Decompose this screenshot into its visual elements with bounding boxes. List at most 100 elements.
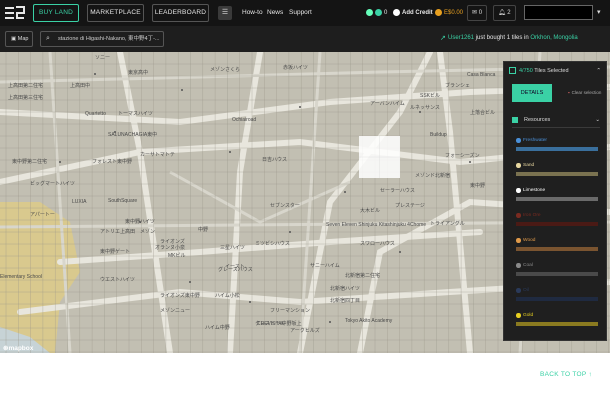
resource-label: Sand — [516, 162, 598, 169]
map-place-label: Quartetto — [85, 111, 106, 117]
map-place-label: ブランシェ — [445, 83, 471, 89]
page-footer: BACK TO TOP ↑ — [0, 353, 610, 396]
map-place-label: Seven Eleven Shinjuku Kitashinjuku 4Chom… — [326, 222, 427, 228]
resource-item[interactable]: Wood — [516, 237, 598, 251]
cube-icon — [512, 117, 518, 123]
nav-news[interactable]: News — [267, 9, 283, 16]
messages-button[interactable]: ✉ 0 — [467, 5, 488, 21]
map-toolbar: ▣ Map ⌕ stazione di Higashi-Nakano, 東中野4… — [0, 26, 610, 52]
resource-label: Wood — [516, 237, 598, 244]
map-place-label: LUXIA — [72, 199, 87, 205]
resource-label: Coal — [516, 262, 598, 269]
map-place-label: アークヒルズ — [290, 328, 320, 334]
map-place-label: 東中野ゲート — [100, 249, 131, 255]
nav-support[interactable]: Support — [289, 9, 312, 16]
tiles-selected-header[interactable]: 4/750 Tiles Selected ⌃ — [504, 62, 606, 80]
trash-icon: ▪ — [568, 90, 570, 95]
resource-item[interactable]: Limestone — [516, 187, 598, 201]
map-place-label: Casa Blanca — [467, 72, 496, 78]
resource-item[interactable]: Gold — [516, 312, 598, 326]
resource-item[interactable]: Freshwater — [516, 137, 598, 151]
resource-label: Freshwater — [516, 137, 598, 144]
resource-item[interactable]: Iron Ore — [516, 212, 598, 226]
map-place-label: 中野 — [198, 227, 209, 233]
notifications-button[interactable]: 🔔︎ 2 — [493, 5, 516, 21]
ticker-text: just bought 1 tiles in — [474, 35, 531, 41]
buy-land-button[interactable]: BUY LAND — [33, 4, 79, 22]
resource-bar — [516, 272, 598, 276]
map-label: Map — [17, 36, 29, 42]
map-place-label: ウエストハイツ — [100, 277, 135, 283]
resource-name: Coal — [523, 263, 533, 268]
map-place-label: サニーハイム — [310, 263, 340, 269]
map-place-label: MKビル — [168, 253, 186, 259]
balance-indicator[interactable]: E$0.00 — [435, 9, 463, 16]
resource-bar — [516, 172, 598, 176]
resource-dot-icon — [516, 163, 521, 168]
map-place-label: メゾンド北新宿 — [415, 173, 451, 179]
clear-selection-button[interactable]: ▪ Clear selection — [568, 90, 601, 95]
map-place-label: ソニー — [95, 55, 111, 61]
tab-details[interactable]: DETAILS — [512, 84, 552, 102]
top-navigation-bar: BUY LAND MARKETPLACE LEADERBOARD ☰ How-t… — [0, 0, 610, 26]
chevron-down-icon[interactable]: ▾ — [597, 8, 601, 16]
resource-item[interactable]: Sand — [516, 162, 598, 176]
add-credit-label: Add Credit — [402, 9, 433, 16]
map-place-label: Ochiairoad — [232, 117, 257, 123]
trend-arrow-icon: ↗ — [440, 35, 446, 42]
balance-value: E$0.00 — [444, 9, 464, 16]
search-value: stazione di Higashi-Nakano, 東中野4丁-... — [58, 36, 160, 42]
resource-label: Gold — [516, 312, 598, 319]
location-search-input[interactable]: ⌕ stazione di Higashi-Nakano, 東中野4丁-... — [40, 31, 164, 47]
map-place-label: フォーシーズン — [445, 153, 480, 159]
resource-name: Freshwater — [523, 138, 547, 143]
map-place-label: 上落合ビル — [470, 110, 496, 116]
map-place-label: 北新宿第二住宅 — [345, 273, 381, 279]
chevron-down-icon: ⌄ — [595, 117, 600, 123]
chevron-up-icon[interactable]: ⌃ — [596, 62, 601, 80]
profile-box[interactable] — [524, 5, 593, 20]
map-place-label: グレースハウス — [218, 267, 253, 273]
resource-item[interactable]: Oil — [516, 287, 598, 301]
resource-name: Gold — [523, 313, 534, 318]
resource-item[interactable]: Coal — [516, 262, 598, 276]
add-credit-button[interactable]: Add Credit — [393, 9, 433, 16]
map-place-label: CREVISTA中野坂上 — [257, 321, 302, 327]
essence-coin-icon — [375, 9, 382, 16]
map-place-label: オランヌ小泉 — [155, 245, 186, 251]
map-place-label: ビッグマートハイツ — [30, 181, 75, 187]
essence-indicator[interactable]: 0 — [366, 9, 387, 16]
mapbox-logo[interactable]: ⊛mapbox — [3, 344, 33, 352]
notifications-count: 2 — [507, 10, 511, 16]
map-place-label: フォレスト東中野 — [92, 159, 133, 165]
nav-how-to[interactable]: How-to — [242, 9, 263, 16]
resource-name: Sand — [523, 163, 535, 168]
map-place-label: ライオンズ東中野 — [160, 293, 200, 299]
map-toggle-button[interactable]: ▣ Map — [5, 31, 33, 47]
resources-title: Resources — [524, 117, 551, 123]
map-place-label: メゾンさくら — [210, 67, 241, 73]
map-place-label: SouthSquare — [108, 198, 138, 204]
search-icon: ⌕ — [46, 35, 50, 42]
map-place-label: 上高田第二住宅 — [8, 83, 44, 89]
earth2-logo[interactable] — [5, 6, 25, 20]
leaderboard-button[interactable]: LEADERBOARD — [152, 4, 209, 22]
map-place-label: 北新宿四丁目 — [330, 298, 361, 304]
tiles-label: Tiles Selected — [532, 68, 569, 74]
ticker-user[interactable]: User1261 — [448, 35, 474, 41]
map-place-label: プレステージ — [395, 203, 425, 209]
mail-icon: ✉ — [472, 10, 478, 16]
back-to-top-link[interactable]: BACK TO TOP ↑ — [540, 371, 592, 378]
resources-header[interactable]: Resources ⌄ — [512, 112, 600, 128]
map-place-label: ミツビシハウス — [255, 241, 290, 247]
map-place-label: Buildup — [430, 132, 447, 138]
map-place-label: アトリエ上高田 — [100, 229, 136, 235]
menu-icon[interactable]: ☰ — [218, 6, 232, 20]
marketplace-button[interactable]: MARKETPLACE — [87, 4, 144, 22]
map-place-label: 日吉ハウス — [262, 157, 288, 163]
map-place-label: トーマスハイツ — [118, 111, 153, 117]
map-place-label: SSKビル — [420, 93, 441, 99]
purchase-ticker[interactable]: User1261 just bought 1 tiles in Orkhon, … — [448, 35, 578, 41]
clear-selection-label: Clear selection — [571, 90, 602, 95]
ticker-place[interactable]: Orkhon, Mongolia — [530, 35, 577, 41]
